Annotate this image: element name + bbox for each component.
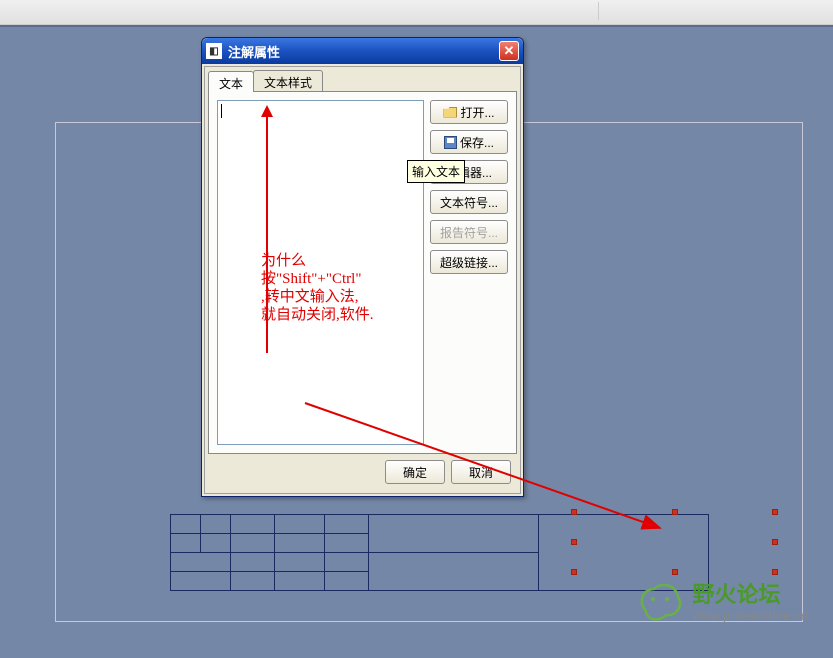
watermark-url: www.proewildfire.cn (692, 609, 808, 623)
hyperlink-button[interactable]: 超级链接... (430, 250, 508, 274)
tooltip: 输入文本 (407, 160, 465, 183)
resize-handle[interactable] (772, 509, 778, 515)
resize-handle[interactable] (772, 569, 778, 575)
watermark-title: 野火论坛 (692, 577, 808, 609)
text-caret (221, 104, 222, 118)
save-label: 保存... (460, 134, 494, 151)
annotation-arrow-diagonal (300, 398, 680, 548)
tab-text[interactable]: 文本 (208, 71, 254, 92)
close-button[interactable]: ✕ (499, 41, 519, 61)
dialog-titlebar[interactable]: ◧ 注解属性 ✕ (202, 38, 523, 64)
save-icon (444, 136, 457, 149)
app-icon: ◧ (206, 43, 222, 59)
watermark-text: 野火论坛 www.proewildfire.cn (692, 577, 808, 623)
toolbar-section (598, 2, 773, 20)
button-column: 打开... 保存... 输入文本 编辑器... 文本符号... 报告符号... … (430, 100, 508, 445)
open-button[interactable]: 打开... (430, 100, 508, 124)
resize-handle[interactable] (772, 539, 778, 545)
resize-handle[interactable] (571, 569, 577, 575)
watermark: 野火论坛 www.proewildfire.cn (636, 577, 808, 623)
report-symbols-button: 报告符号... (430, 220, 508, 244)
tab-strip: 文本 文本样式 (208, 70, 517, 92)
symbols-button[interactable]: 文本符号... (430, 190, 508, 214)
tab-style[interactable]: 文本样式 (253, 70, 323, 91)
save-button[interactable]: 保存... (430, 130, 508, 154)
app-toolbar (0, 0, 833, 25)
folder-open-icon (443, 107, 457, 118)
watermark-logo-icon (636, 579, 684, 621)
open-label: 打开... (460, 104, 494, 121)
annotation-text: 为什么 按"Shift"+"Ctrl" ,转中文输入法, 就自动关闭,软件. (261, 252, 374, 324)
dialog-title: 注解属性 (228, 42, 499, 61)
resize-handle[interactable] (672, 569, 678, 575)
